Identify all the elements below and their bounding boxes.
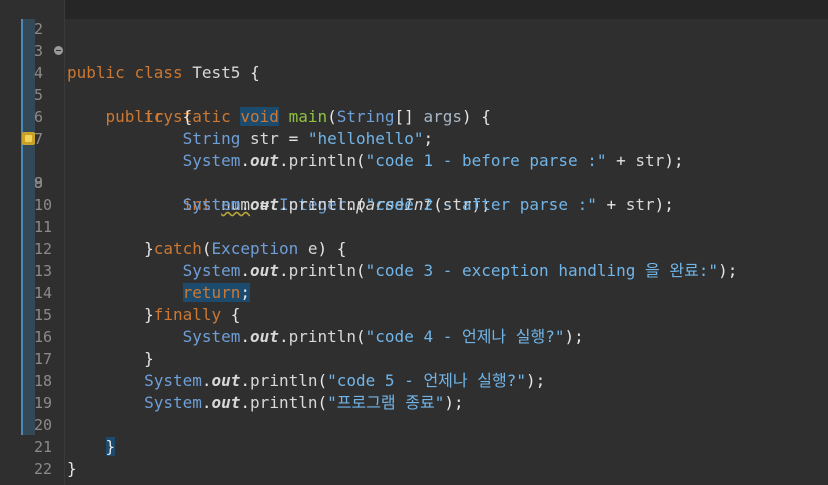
code-line[interactable]: 18 System.out.println("프로그램 종료"); bbox=[0, 348, 828, 412]
code-editor[interactable]: 2 3 public class Test5 { 4 public static… bbox=[0, 0, 828, 485]
code-line[interactable]: 21 } bbox=[0, 414, 828, 478]
code-line[interactable]: 10 bbox=[0, 172, 828, 214]
code-line: 2 bbox=[0, 0, 828, 38]
code-line[interactable]: 17 System.out.println("code 5 - 언제나 실행?"… bbox=[0, 326, 828, 390]
fold-collapse-icon[interactable] bbox=[54, 46, 63, 55]
code-line[interactable]: 15 System.out.println("code 4 - 언제나 실행?"… bbox=[0, 282, 828, 346]
code-line[interactable]: 16 } bbox=[0, 304, 828, 368]
code-line[interactable]: 13 return; bbox=[0, 238, 828, 302]
code-text[interactable]: } bbox=[67, 458, 77, 480]
code-line[interactable]: 4 public static void main(String[] args)… bbox=[0, 40, 828, 126]
code-line[interactable]: 11 }catch(Exception e) { bbox=[0, 194, 828, 258]
line-number: 22 bbox=[34, 460, 53, 478]
code-line[interactable]: 7 System.out.println("code 1 - before pa… bbox=[0, 106, 828, 170]
code-line[interactable]: 12 System.out.println("code 3 - exceptio… bbox=[0, 216, 828, 280]
code-line[interactable]: 8 int num = Integer.parseInt(str); bbox=[0, 128, 828, 214]
code-line[interactable]: 6 String str = "hellohello"; bbox=[0, 84, 828, 148]
code-line[interactable]: 5 try { bbox=[0, 62, 828, 126]
code-line[interactable]: 9 System.out.println("code 2 - after par… bbox=[0, 150, 828, 214]
code-line[interactable]: 20 } bbox=[0, 392, 828, 456]
code-line[interactable]: 22 bbox=[0, 436, 828, 478]
code-line[interactable]: 19 bbox=[0, 370, 828, 412]
warning-marker-icon[interactable] bbox=[22, 132, 35, 145]
code-line[interactable]: 14 }finally { bbox=[0, 260, 828, 324]
code-line[interactable]: 3 public class Test5 { bbox=[0, 18, 828, 82]
